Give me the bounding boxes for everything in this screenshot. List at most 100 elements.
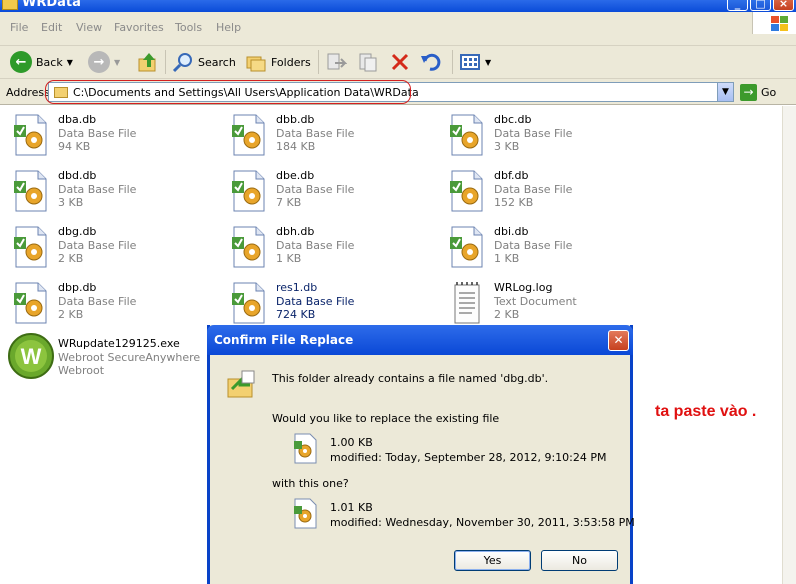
file-size: 152 KB xyxy=(494,196,534,209)
copy-to-button[interactable] xyxy=(357,50,379,74)
file-type: Data Base File xyxy=(58,239,137,252)
file-name: dbf.db xyxy=(494,169,529,182)
file-item[interactable]: dbd.db Data Base File 3 KB xyxy=(12,167,222,219)
file-item[interactable]: W WRupdate129125.exe Webroot SecureAnywher… xyxy=(8,333,222,387)
folder-replace-icon xyxy=(227,370,255,398)
file-item[interactable]: dbb.db Data Base File 184 KB xyxy=(230,111,440,163)
database-file-icon xyxy=(230,113,268,157)
undo-button[interactable] xyxy=(420,50,444,74)
database-file-icon xyxy=(448,225,486,269)
file-size: 184 KB xyxy=(276,140,316,153)
up-folder-button[interactable] xyxy=(137,50,159,74)
go-arrow-icon: → xyxy=(740,84,757,101)
folders-icon xyxy=(246,56,266,72)
with-label: with this one? xyxy=(272,477,349,490)
text-document-icon xyxy=(448,281,486,325)
dialog-question: Would you like to replace the existing f… xyxy=(272,412,500,425)
file-item[interactable]: dbf.db Data Base File 152 KB xyxy=(448,167,658,219)
file-item[interactable]: dba.db Data Base File 94 KB xyxy=(12,111,222,163)
file-size: 3 KB xyxy=(494,140,520,153)
file-item[interactable]: dbh.db Data Base File 1 KB xyxy=(230,223,440,275)
file-type: Data Base File xyxy=(276,127,355,140)
delete-button[interactable] xyxy=(389,50,411,74)
file-item[interactable]: res1.db Data Base File 724 KB xyxy=(230,279,440,331)
dialog-title: Confirm File Replace xyxy=(214,333,354,347)
back-arrow-icon: ← xyxy=(10,51,32,73)
existing-file-modified: modified: Today, September 28, 2012, 9:1… xyxy=(330,451,607,464)
svg-text:W: W xyxy=(21,344,42,369)
highlight-oval xyxy=(45,80,411,104)
database-file-icon xyxy=(12,169,50,213)
file-name: WRupdate129125.exe xyxy=(58,337,180,350)
menu-tools[interactable]: Tools xyxy=(175,21,202,34)
menu-favorites[interactable]: Favorites xyxy=(114,21,164,34)
file-type: Data Base File xyxy=(276,295,355,308)
move-to-icon xyxy=(327,53,347,70)
confirm-file-replace-dialog: Confirm File Replace ✕ This folder alrea… xyxy=(207,325,635,584)
database-file-icon xyxy=(12,113,50,157)
file-item[interactable]: dbi.db Data Base File 1 KB xyxy=(448,223,658,275)
db-file-icon xyxy=(294,433,317,464)
dialog-title-bar: Confirm File Replace ✕ xyxy=(207,325,633,355)
dialog-close-button[interactable]: ✕ xyxy=(608,330,629,351)
chevron-down-icon: ▼ xyxy=(114,57,121,67)
menu-help[interactable]: Help xyxy=(216,21,241,34)
maximize-button[interactable]: □ xyxy=(750,0,771,11)
file-item[interactable]: dbe.db Data Base File 7 KB xyxy=(230,167,440,219)
close-button[interactable]: × xyxy=(773,0,794,11)
menu-view[interactable]: View xyxy=(76,21,102,34)
file-type: Data Base File xyxy=(58,127,137,140)
dialog-message: This folder already contains a file name… xyxy=(272,372,549,385)
no-button[interactable]: No xyxy=(541,550,618,571)
menu-file[interactable]: File xyxy=(10,21,28,34)
address-label: Address xyxy=(6,86,50,99)
forward-button[interactable]: → ▼ xyxy=(88,50,120,74)
file-size: 7 KB xyxy=(276,196,302,209)
window-title: WRData xyxy=(22,0,81,10)
file-size: 2 KB xyxy=(58,252,84,265)
file-size: 2 KB xyxy=(494,308,520,321)
file-type: Data Base File xyxy=(494,183,573,196)
file-name: dbi.db xyxy=(494,225,529,238)
database-file-icon xyxy=(230,225,268,269)
go-button[interactable]: → Go xyxy=(740,84,776,101)
folder-icon xyxy=(2,0,18,10)
toolbar: ← Back ▼ → ▼ Search Folders ▼ xyxy=(0,46,796,79)
folders-button[interactable]: Folders xyxy=(245,50,311,74)
views-icon xyxy=(460,54,480,70)
menu-edit[interactable]: Edit xyxy=(41,21,62,34)
new-file-size: 1.01 KB xyxy=(330,501,373,514)
move-to-button[interactable] xyxy=(325,50,347,74)
file-item[interactable]: WRLog.log Text Document 2 KB xyxy=(448,279,658,331)
undo-icon xyxy=(421,53,441,71)
file-name: WRLog.log xyxy=(494,281,553,294)
yes-button[interactable]: Yes xyxy=(454,550,531,571)
back-button[interactable]: ← Back ▼ xyxy=(10,50,73,74)
webroot-app-icon: W xyxy=(7,332,55,380)
address-dropdown-button[interactable]: ▼ xyxy=(717,83,733,101)
window-title-bar: WRData _ □ × xyxy=(0,0,796,12)
vertical-scrollbar[interactable] xyxy=(782,106,796,584)
file-name: dbc.db xyxy=(494,113,532,126)
file-type: Data Base File xyxy=(494,127,573,140)
copy-to-icon xyxy=(359,53,377,72)
file-item[interactable]: dbg.db Data Base File 2 KB xyxy=(12,223,222,275)
file-size: Webroot xyxy=(58,364,105,377)
file-size: 724 KB xyxy=(276,308,316,321)
file-size: 1 KB xyxy=(276,252,302,265)
menu-bar: File Edit View Favorites Tools Help xyxy=(0,12,796,46)
file-item[interactable]: dbp.db Data Base File 2 KB xyxy=(12,279,222,331)
minimize-button[interactable]: _ xyxy=(727,0,748,11)
file-name: dbp.db xyxy=(58,281,97,294)
file-name: dba.db xyxy=(58,113,97,126)
search-button[interactable]: Search xyxy=(172,50,236,74)
views-button[interactable]: ▼ xyxy=(459,50,491,74)
database-file-icon xyxy=(230,169,268,213)
chevron-down-icon: ▼ xyxy=(485,57,492,67)
new-file-modified: modified: Wednesday, November 30, 2011, … xyxy=(330,516,635,529)
file-name: dbb.db xyxy=(276,113,315,126)
file-item[interactable]: dbc.db Data Base File 3 KB xyxy=(448,111,658,163)
chevron-down-icon: ▼ xyxy=(66,57,73,67)
file-type: Data Base File xyxy=(58,183,137,196)
file-type: Data Base File xyxy=(58,295,137,308)
